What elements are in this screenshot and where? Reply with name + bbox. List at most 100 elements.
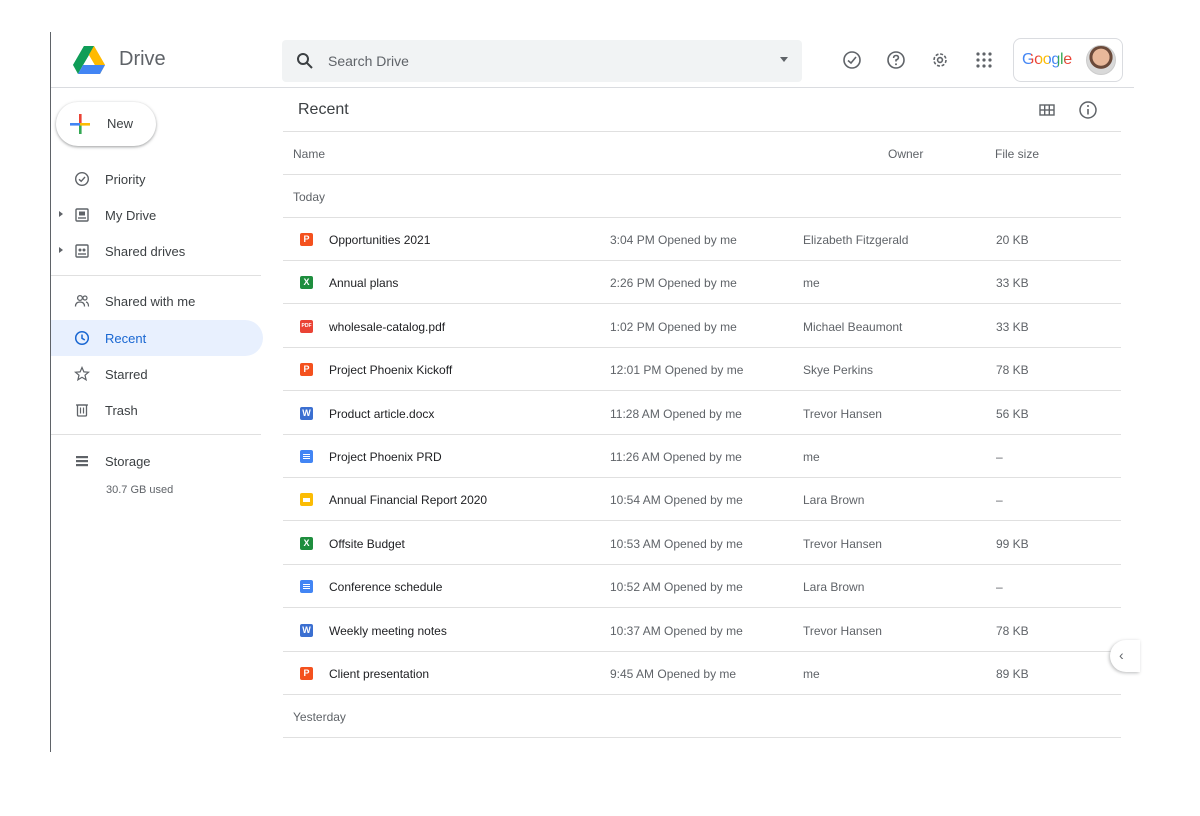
sidebar-divider <box>51 434 261 435</box>
sidebar-item-label: Storage <box>105 454 151 469</box>
last-opened: 11:26 AM Opened by me <box>610 450 742 464</box>
docs-file-icon <box>300 580 313 594</box>
column-header-owner[interactable]: Owner <box>888 147 923 161</box>
last-opened: 9:45 AM Opened by me <box>610 667 737 681</box>
file-size: 78 KB <box>996 363 1029 378</box>
storage-icon <box>76 456 88 467</box>
file-row[interactable]: Project Phoenix PRD 11:26 AM Opened by me… <box>283 435 1121 478</box>
file-name: wholesale-catalog.pdf <box>329 319 446 334</box>
group-label: Yesterday <box>293 710 346 724</box>
chevron-left-icon: ‹ <box>1119 647 1124 663</box>
last-opened: 11:28 AM Opened by me <box>610 406 742 421</box>
new-button[interactable]: New <box>56 102 156 146</box>
slides-file-icon: P <box>300 233 313 246</box>
page-title: Recent <box>298 101 349 118</box>
user-avatar[interactable] <box>1086 45 1116 75</box>
file-owner: Lara Brown <box>803 493 865 508</box>
slides-file-icon: P <box>300 667 313 680</box>
column-header-row: Name Owner File size <box>283 132 1121 175</box>
sidebar-item-label: Shared drives <box>105 244 186 259</box>
excel-file-icon: X <box>300 536 313 550</box>
sidebar-item-shared-with-me[interactable]: Shared with me <box>51 283 263 319</box>
sidebar-item-storage[interactable]: Storage <box>51 443 263 479</box>
column-header-file-size[interactable]: File size <box>995 147 1039 161</box>
settings-gear-icon[interactable] <box>930 50 950 70</box>
search-input[interactable] <box>328 50 748 72</box>
search-options-dropdown-icon[interactable] <box>780 57 788 62</box>
pdf-file-icon: PDF <box>300 319 313 333</box>
google-account-button[interactable]: Google <box>1013 38 1123 82</box>
file-owner: Trevor Hansen <box>803 623 882 638</box>
sidebar-item-label: Shared with me <box>105 294 196 309</box>
file-owner: Skye Perkins <box>803 363 874 378</box>
sidebar-item-starred[interactable]: Starred <box>51 356 263 392</box>
file-size: – <box>996 580 1003 595</box>
file-name: Annual Financial Report 2020 <box>329 493 488 508</box>
file-row[interactable]: P Client presentation 9:45 AM Opened by me… <box>283 652 1121 695</box>
file-name: Client presentation <box>329 667 430 681</box>
sidebar-item-my-drive[interactable]: My Drive <box>51 197 263 233</box>
column-header-name[interactable]: Name <box>293 147 325 161</box>
new-button-label: New <box>107 116 134 131</box>
file-owner: me <box>803 276 820 291</box>
file-row[interactable]: X Offsite Budget 10:53 AM Opened by me Trev… <box>283 522 1121 565</box>
people-icon <box>74 294 90 307</box>
file-size: 20 KB <box>996 233 1029 247</box>
apps-grid-icon[interactable] <box>974 50 994 70</box>
help-icon[interactable] <box>886 50 906 70</box>
file-owner: Trevor Hansen <box>803 536 882 551</box>
file-size: – <box>996 450 1003 464</box>
last-opened: 10:37 AM Opened by me <box>610 623 743 638</box>
file-row[interactable]: W Weekly meeting notes 10:37 AM Opened by … <box>283 609 1121 652</box>
trash-icon <box>76 404 88 417</box>
file-size: 33 KB <box>996 319 1029 334</box>
file-row[interactable]: PDF wholesale-catalog.pdf 1:02 PM Opened b… <box>283 305 1121 348</box>
main-content: Recent Name Owner File size Today P Oppor… <box>283 88 1134 752</box>
expand-arrow-icon[interactable] <box>59 211 63 217</box>
offline-ready-icon[interactable] <box>842 50 862 70</box>
file-size: 99 KB <box>996 536 1029 551</box>
file-name: Offsite Budget <box>329 536 405 551</box>
app-title: Drive <box>119 48 166 70</box>
sidebar-item-label: My Drive <box>105 208 157 223</box>
file-name: Annual plans <box>329 276 399 291</box>
file-name: Weekly meeting notes <box>329 623 447 638</box>
sidebar-item-shared-drives[interactable]: Shared drives <box>51 233 263 269</box>
file-row[interactable]: Annual Financial Report 2020 10:54 AM Ope… <box>283 478 1121 522</box>
file-size: – <box>996 493 1003 508</box>
slides-file-icon: P <box>300 363 313 377</box>
star-icon <box>74 366 90 382</box>
file-owner: me <box>803 450 820 464</box>
file-row[interactable]: W Product article.docx 11:28 AM Opened by … <box>283 392 1121 435</box>
docs-file-icon <box>300 450 313 463</box>
side-panel-toggle[interactable]: ‹ <box>1110 640 1140 672</box>
last-opened: 12:01 PM Opened by me <box>610 363 744 378</box>
grid-view-icon[interactable] <box>1038 101 1056 119</box>
file-row[interactable]: X Annual plans 2:26 PM Opened by me me 33 KB <box>283 261 1121 305</box>
drive-logo-icon[interactable] <box>73 46 105 74</box>
file-row[interactable]: P Project Phoenix Kickoff 12:01 PM Opened … <box>283 348 1121 392</box>
priority-icon <box>74 171 90 187</box>
sidebar-item-label: Recent <box>105 331 147 346</box>
last-opened: 3:04 PM Opened by me <box>610 233 737 247</box>
file-row[interactable]: P Opportunities 2021 3:04 PM Opened by me E… <box>283 218 1121 261</box>
sidebar-item-trash[interactable]: Trash <box>51 392 263 428</box>
search-icon[interactable] <box>296 52 314 70</box>
file-size: 78 KB <box>996 623 1029 638</box>
sidebar-item-recent[interactable]: Recent <box>51 320 263 356</box>
sidebar-item-priority[interactable]: Priority <box>51 161 263 197</box>
info-icon[interactable] <box>1078 100 1098 120</box>
sidebar-item-label: Priority <box>105 172 146 187</box>
file-owner: me <box>803 667 820 681</box>
last-opened: 10:54 AM Opened by me <box>610 493 743 508</box>
file-owner: Michael Beaumont <box>803 319 903 334</box>
excel-file-icon: X <box>300 276 313 290</box>
file-name: Conference schedule <box>329 580 443 595</box>
expand-arrow-icon[interactable] <box>59 247 63 253</box>
title-row: Recent <box>283 88 1121 132</box>
file-row[interactable]: Conference schedule 10:52 AM Opened by me… <box>283 565 1121 609</box>
sidebar-divider <box>51 275 261 276</box>
search-bar[interactable] <box>282 40 802 82</box>
clock-icon <box>74 330 90 346</box>
word-file-icon: W <box>300 406 313 420</box>
